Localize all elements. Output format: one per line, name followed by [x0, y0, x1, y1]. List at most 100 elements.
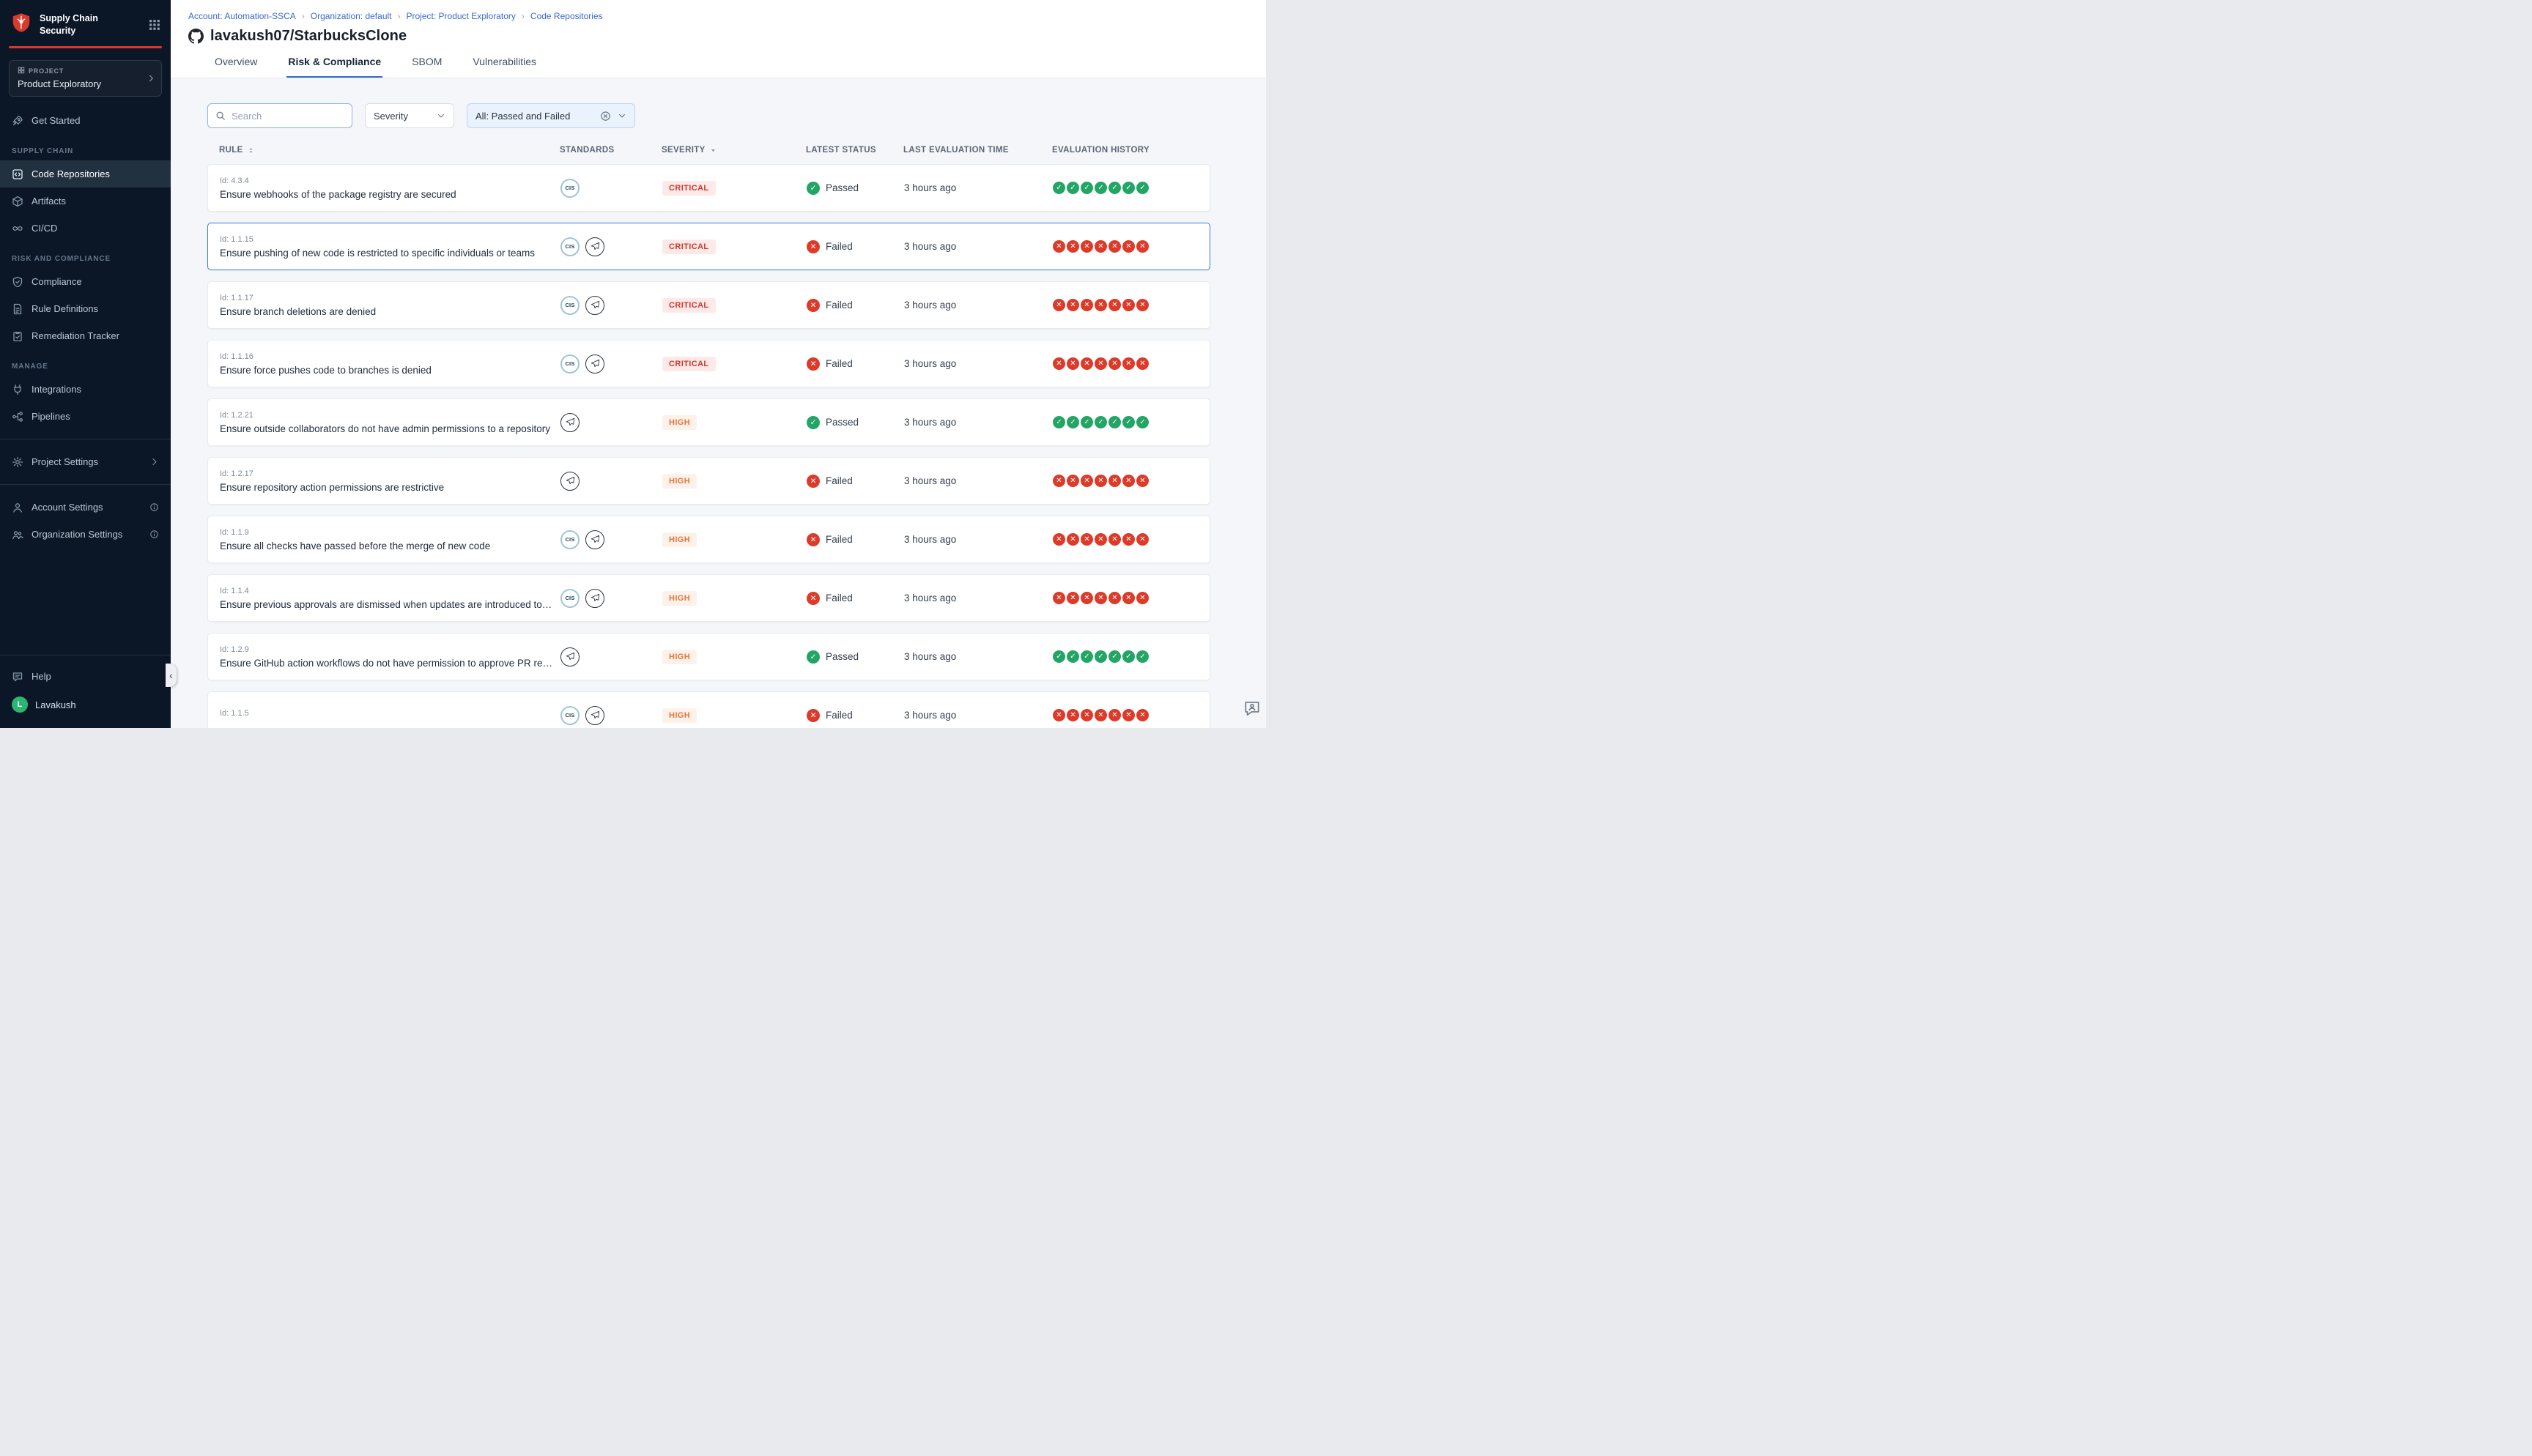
status-label: Passed	[826, 182, 859, 193]
tab-sbom[interactable]: SBOM	[410, 56, 443, 78]
evaluation-history: ✕✕✕✕✕✕✕	[1053, 357, 1210, 370]
sort-both-icon	[247, 146, 255, 155]
table-row[interactable]: Id: 1.2.9Ensure GitHub action workflows …	[207, 633, 1210, 680]
chevron-down-icon	[618, 111, 626, 120]
history-fail-icon: ✕	[1053, 240, 1065, 253]
cis-standard-badge: CIS	[560, 296, 580, 315]
status-cell: ✕Failed	[807, 299, 904, 312]
column-header-standards[interactable]: STANDARDS	[560, 146, 662, 155]
status-cell: ✓Passed	[807, 416, 904, 429]
severity-filter[interactable]: Severity	[365, 103, 454, 128]
table-row[interactable]: Id: 1.1.5 CIS HIGH ✕Failed 3 hours ago ✕…	[207, 691, 1210, 728]
breadcrumb-item[interactable]: Code Repositories	[530, 11, 603, 21]
apps-grid-icon[interactable]	[149, 19, 160, 31]
paper-plane-standard-badge	[560, 647, 580, 666]
history-fail-icon: ✕	[1122, 709, 1135, 721]
column-header-rule[interactable]: RULE	[207, 146, 560, 155]
history-pass-icon: ✓	[1081, 416, 1093, 428]
status-filter-label: All: Passed and Failed	[475, 111, 570, 122]
clear-filter-icon[interactable]	[600, 111, 611, 122]
history-fail-icon: ✕	[1095, 475, 1107, 487]
status-cell: ✕Failed	[807, 709, 904, 722]
column-header-latest-status[interactable]: LATEST STATUS	[806, 146, 903, 155]
nav-section-label: MANAGE	[0, 349, 171, 376]
status-cell: ✕Failed	[807, 240, 904, 253]
rule-text: Ensure repository action permissions are…	[220, 482, 553, 493]
history-pass-icon: ✓	[1136, 416, 1149, 428]
table-row[interactable]: Id: 1.2.21Ensure outside collaborators d…	[207, 398, 1210, 446]
status-fail-icon: ✕	[807, 475, 820, 488]
sidebar-item-integrations[interactable]: Integrations	[0, 376, 171, 403]
table-row[interactable]: Id: 1.1.9Ensure all checks have passed b…	[207, 516, 1210, 563]
search-input[interactable]	[232, 111, 344, 122]
sidebar-item-rule-definitions[interactable]: Rule Definitions	[0, 295, 171, 322]
rule-id: Id: 1.2.9	[220, 645, 553, 654]
sidebar-item-help[interactable]: Help	[0, 663, 171, 690]
status-fail-icon: ✕	[807, 240, 820, 253]
column-header-last-evaluation-time[interactable]: LAST EVALUATION TIME	[903, 146, 1052, 155]
column-header-severity[interactable]: SEVERITY	[662, 146, 806, 155]
history-pass-icon: ✓	[1108, 182, 1121, 194]
nav-section-label: RISK AND COMPLIANCE	[0, 242, 171, 268]
rule-text: Ensure pushing of new code is restricted…	[220, 248, 553, 259]
history-fail-icon: ✕	[1053, 475, 1065, 487]
table-row[interactable]: Id: 1.1.15Ensure pushing of new code is …	[207, 223, 1210, 270]
status-filter[interactable]: All: Passed and Failed	[467, 103, 635, 128]
sidebar-collapse-handle[interactable]: ‹	[166, 664, 177, 687]
rule-id: Id: 4.3.4	[220, 177, 553, 185]
table-row[interactable]: Id: 1.2.17Ensure repository action permi…	[207, 457, 1210, 505]
sidebar-item-project-settings[interactable]: Project Settings	[0, 448, 171, 475]
column-header-evaluation-history[interactable]: EVALUATION HISTORY	[1052, 146, 1210, 155]
sidebar-item-account-settings[interactable]: Account Settings	[0, 494, 171, 521]
chat-help-fab[interactable]	[1243, 699, 1262, 718]
account-icon	[12, 502, 23, 513]
user-name: Lavakush	[35, 699, 76, 710]
rule-text: Ensure all checks have passed before the…	[220, 541, 553, 551]
tab-overview[interactable]: Overview	[213, 56, 259, 78]
history-fail-icon: ✕	[1108, 240, 1121, 253]
paper-plane-standard-badge	[585, 589, 604, 608]
history-fail-icon: ✕	[1108, 592, 1121, 604]
table-row[interactable]: Id: 1.1.4Ensure previous approvals are d…	[207, 574, 1210, 622]
history-pass-icon: ✓	[1053, 416, 1065, 428]
sidebar-item-pipelines[interactable]: Pipelines	[0, 403, 171, 430]
sidebar-item-organization-settings[interactable]: Organization Settings	[0, 521, 171, 548]
breadcrumb-item[interactable]: Account: Automation-SSCA	[188, 11, 296, 21]
sidebar-item-get-started[interactable]: Get Started	[0, 107, 171, 134]
history-fail-icon: ✕	[1095, 533, 1107, 546]
table-row[interactable]: Id: 1.1.17Ensure branch deletions are de…	[207, 281, 1210, 329]
user-menu[interactable]: L Lavakush	[0, 690, 171, 719]
avatar: L	[12, 697, 28, 713]
help-label: Help	[32, 671, 51, 682]
github-icon	[188, 29, 204, 44]
sidebar-item-code-repositories[interactable]: Code Repositories	[0, 160, 171, 187]
tab-risk-compliance[interactable]: Risk & Compliance	[286, 56, 382, 78]
evaluation-time: 3 hours ago	[904, 651, 1053, 662]
table-row[interactable]: Id: 1.1.16Ensure force pushes code to br…	[207, 340, 1210, 387]
status-fail-icon: ✕	[807, 592, 820, 605]
cis-standard-badge: CIS	[560, 237, 580, 256]
severity-badge: HIGH	[662, 591, 697, 606]
severity-badge: HIGH	[662, 708, 697, 723]
status-label: Failed	[826, 475, 853, 486]
standards-cell: CIS	[560, 237, 662, 256]
table-row[interactable]: Id: 4.3.4Ensure webhooks of the package …	[207, 164, 1210, 212]
history-fail-icon: ✕	[1136, 299, 1149, 311]
history-fail-icon: ✕	[1081, 475, 1093, 487]
sidebar-item-artifacts[interactable]: Artifacts	[0, 187, 171, 215]
status-label: Failed	[826, 358, 853, 369]
history-fail-icon: ✕	[1081, 357, 1093, 370]
sidebar-item-compliance[interactable]: Compliance	[0, 268, 171, 295]
rule-text: Ensure outside collaborators do not have…	[220, 423, 553, 434]
history-pass-icon: ✓	[1081, 650, 1093, 663]
sidebar-item-remediation-tracker[interactable]: Remediation Tracker	[0, 322, 171, 349]
history-fail-icon: ✕	[1122, 592, 1135, 604]
breadcrumb-item[interactable]: Organization: default	[311, 11, 392, 21]
search-box[interactable]	[207, 103, 352, 128]
sidebar-item-ci-cd[interactable]: CI/CD	[0, 215, 171, 242]
tab-vulnerabilities[interactable]: Vulnerabilities	[471, 56, 538, 78]
project-selector[interactable]: PROJECT Product Exploratory	[9, 60, 162, 97]
history-fail-icon: ✕	[1122, 533, 1135, 546]
breadcrumb-item[interactable]: Project: Product Exploratory	[407, 11, 516, 21]
status-label: Failed	[826, 534, 853, 545]
